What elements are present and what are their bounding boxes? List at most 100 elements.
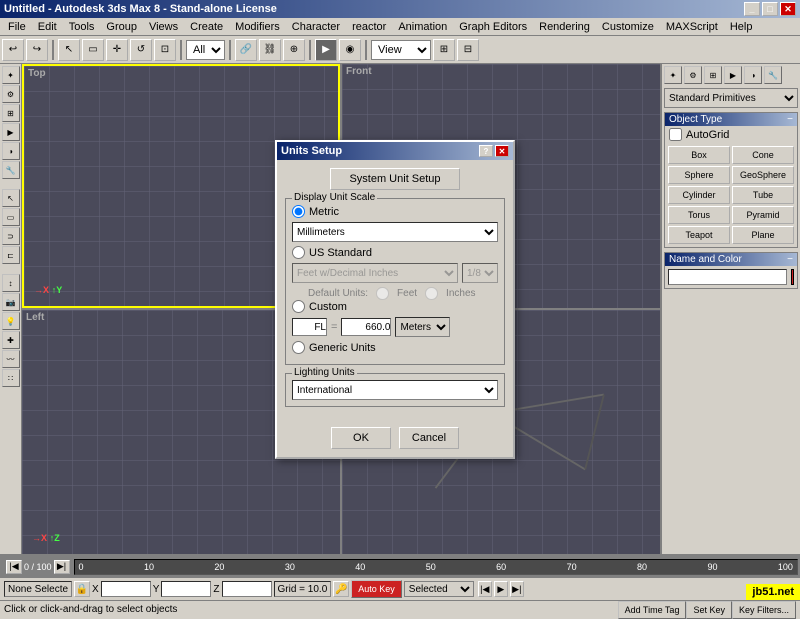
prev-frame-btn[interactable]: |◀: [478, 581, 492, 597]
lock-icon[interactable]: 🔒: [74, 581, 90, 597]
teapot-button[interactable]: Teapot: [668, 226, 730, 244]
unlink-button[interactable]: ⛓: [259, 39, 281, 61]
us-standard-radio[interactable]: [292, 246, 305, 259]
play-btn[interactable]: ▶: [494, 581, 508, 597]
motion-button[interactable]: ▶: [2, 123, 20, 141]
utilities-button[interactable]: 🔧: [2, 161, 20, 179]
bind-space-button[interactable]: ⊕: [283, 39, 305, 61]
menu-help[interactable]: Help: [724, 20, 759, 34]
z-input[interactable]: [222, 581, 272, 597]
ok-button[interactable]: OK: [331, 427, 391, 449]
box-button[interactable]: Box: [668, 146, 730, 164]
particle-btn[interactable]: ∷: [2, 369, 20, 387]
pyramid-button[interactable]: Pyramid: [732, 206, 794, 224]
y-input[interactable]: [161, 581, 211, 597]
menu-file[interactable]: File: [2, 20, 32, 34]
key-filters-button[interactable]: Key Filters...: [732, 601, 796, 619]
cone-button[interactable]: Cone: [732, 146, 794, 164]
panel-icon-4[interactable]: ▶: [724, 66, 742, 84]
link-button[interactable]: 🔗: [235, 39, 257, 61]
generic-radio[interactable]: [292, 341, 305, 354]
add-time-tag-button[interactable]: Add Time Tag: [618, 601, 687, 619]
metric-dropdown[interactable]: Millimeters: [292, 222, 498, 242]
timeline-next-btn[interactable]: ▶|: [54, 560, 70, 574]
menu-animation[interactable]: Animation: [392, 20, 453, 34]
space-warp-btn[interactable]: 〰: [2, 350, 20, 368]
camera-btn[interactable]: 📷: [2, 293, 20, 311]
cancel-button[interactable]: Cancel: [399, 427, 459, 449]
lighting-dropdown[interactable]: International: [292, 380, 498, 400]
panel-icon-3[interactable]: ⊞: [704, 66, 722, 84]
menu-rendering[interactable]: Rendering: [533, 20, 596, 34]
timeline-track[interactable]: 0 10 20 30 40 50 60 70 80 90 100: [74, 559, 798, 575]
menu-modifiers[interactable]: Modifiers: [229, 20, 286, 34]
custom-name-input[interactable]: [292, 318, 327, 336]
custom-value-input[interactable]: [341, 318, 391, 336]
menu-create[interactable]: Create: [184, 20, 229, 34]
zoom-extents-all-button[interactable]: ⊟: [457, 39, 479, 61]
us-fraction-dropdown[interactable]: 1/8: [462, 263, 498, 283]
menu-group[interactable]: Group: [100, 20, 143, 34]
light-btn[interactable]: 💡: [2, 312, 20, 330]
custom-radio[interactable]: [292, 300, 305, 313]
auto-key-button[interactable]: Auto Key: [351, 580, 402, 598]
undo-button[interactable]: ↩: [2, 39, 24, 61]
menu-views[interactable]: Views: [143, 20, 184, 34]
lasso-btn[interactable]: ⊃: [2, 227, 20, 245]
menu-graph-editors[interactable]: Graph Editors: [453, 20, 533, 34]
select-filter-dropdown[interactable]: All: [186, 40, 225, 60]
menu-maxscript[interactable]: MAXScript: [660, 20, 724, 34]
create-button[interactable]: ✦: [2, 66, 20, 84]
object-name-input[interactable]: [668, 269, 787, 285]
tube-button[interactable]: Tube: [732, 186, 794, 204]
zoom-extents-button[interactable]: ⊞: [433, 39, 455, 61]
maximize-button[interactable]: □: [762, 2, 778, 16]
object-color-swatch[interactable]: [791, 269, 794, 285]
menu-edit[interactable]: Edit: [32, 20, 63, 34]
panel-icon-1[interactable]: ✦: [664, 66, 682, 84]
select-region-btn[interactable]: ▭: [2, 208, 20, 226]
next-frame-btn[interactable]: ▶|: [510, 581, 524, 597]
cylinder-button[interactable]: Cylinder: [668, 186, 730, 204]
panel-icon-5[interactable]: ◑: [744, 66, 762, 84]
dialog-close-button[interactable]: ✕: [495, 145, 509, 157]
torus-button[interactable]: Torus: [668, 206, 730, 224]
helper-btn[interactable]: ✚: [2, 331, 20, 349]
dialog-help-button[interactable]: ?: [479, 145, 493, 157]
modify-button[interactable]: ⚙: [2, 85, 20, 103]
panel-icon-2[interactable]: ⚙: [684, 66, 702, 84]
move-button[interactable]: ✛: [106, 39, 128, 61]
close-button[interactable]: ✕: [780, 2, 796, 16]
menu-tools[interactable]: Tools: [63, 20, 101, 34]
key-icon[interactable]: 🔑: [333, 581, 349, 597]
hierarchy-button[interactable]: ⊞: [2, 104, 20, 122]
menu-character[interactable]: Character: [286, 20, 346, 34]
timeline-prev-btn[interactable]: |◀: [6, 560, 22, 574]
system-unit-setup-button[interactable]: System Unit Setup: [330, 168, 460, 190]
render-type-button[interactable]: ◉: [339, 39, 361, 61]
rotate-button[interactable]: ↺: [130, 39, 152, 61]
redo-button[interactable]: ↪: [26, 39, 48, 61]
selected-dropdown[interactable]: Selected: [404, 581, 474, 597]
autogrid-checkbox[interactable]: [669, 128, 682, 141]
us-unit-dropdown[interactable]: Feet w/Decimal Inches: [292, 263, 458, 283]
metric-radio[interactable]: [292, 205, 305, 218]
sphere-button[interactable]: Sphere: [668, 166, 730, 184]
view-dropdown[interactable]: View: [371, 40, 431, 60]
set-key-button[interactable]: Set Key: [686, 601, 732, 619]
custom-unit-dropdown[interactable]: Meters: [395, 317, 450, 337]
scale-button[interactable]: ⊡: [154, 39, 176, 61]
display-button[interactable]: ◑: [2, 142, 20, 160]
panel-icon-6[interactable]: 🔧: [764, 66, 782, 84]
select-region-button[interactable]: ▭: [82, 39, 104, 61]
fence-btn[interactable]: ⊏: [2, 246, 20, 264]
inches-radio[interactable]: [425, 287, 438, 300]
select-btn[interactable]: ↖: [2, 189, 20, 207]
render-button[interactable]: ▶: [315, 39, 337, 61]
menu-reactor[interactable]: reactor: [346, 20, 392, 34]
link-btn[interactable]: ↕: [2, 274, 20, 292]
x-input[interactable]: [101, 581, 151, 597]
select-object-button[interactable]: ↖: [58, 39, 80, 61]
geosphere-button[interactable]: GeoSphere: [732, 166, 794, 184]
menu-customize[interactable]: Customize: [596, 20, 660, 34]
